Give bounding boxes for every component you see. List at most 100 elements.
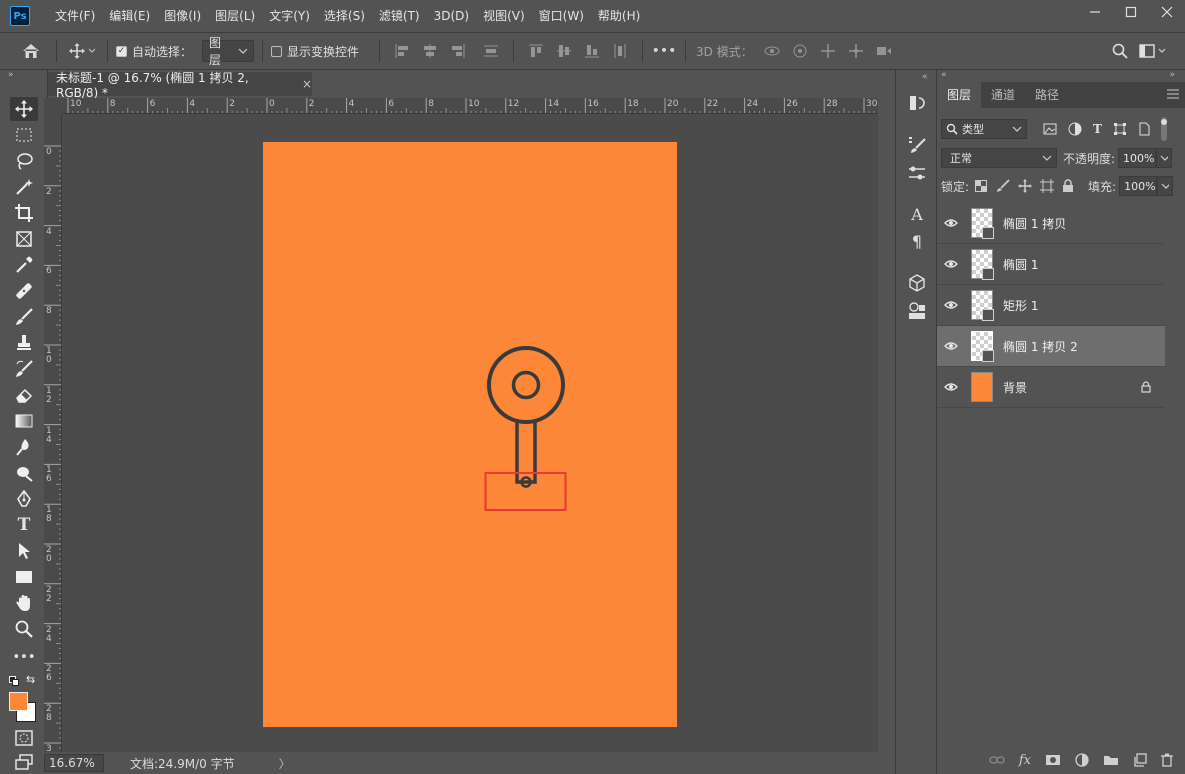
home-icon[interactable]: [14, 43, 48, 59]
lock-icon[interactable]: [1141, 381, 1151, 393]
edit-toolbar-icon[interactable]: •••: [10, 645, 38, 669]
history-brush-tool-icon[interactable]: [10, 357, 38, 381]
3d-pan-icon[interactable]: [819, 42, 837, 60]
new-layer-icon[interactable]: [1133, 753, 1147, 767]
3d-roll-icon[interactable]: [791, 42, 809, 60]
layer-name[interactable]: 椭圆 1 拷贝 2: [1003, 338, 1078, 355]
lock-position-icon[interactable]: [1018, 179, 1033, 193]
screen-mode-icon[interactable]: [10, 750, 38, 774]
distribute-icon[interactable]: [482, 42, 500, 60]
more-options-icon[interactable]: •••: [651, 43, 677, 59]
magic-wand-tool-icon[interactable]: [10, 175, 38, 199]
tab-channels[interactable]: 通道: [981, 82, 1025, 108]
adjustment-filter-icon[interactable]: [1068, 122, 1082, 136]
3d-rotate-icon[interactable]: [763, 42, 781, 60]
layer-row[interactable]: 椭圆 1: [937, 244, 1165, 285]
tab-layers[interactable]: 图层: [937, 82, 982, 108]
layer-row[interactable]: 椭圆 1 拷贝: [937, 203, 1165, 244]
align-right-icon[interactable]: [449, 42, 467, 60]
swap-colors-icon[interactable]: ⇆: [26, 673, 35, 686]
menu-layer[interactable]: 图层(L): [208, 0, 262, 32]
menu-type[interactable]: 文字(Y): [262, 0, 317, 32]
close-tab-icon[interactable]: ×: [302, 77, 312, 91]
blur-tool-icon[interactable]: [10, 435, 38, 459]
align-center-h-icon[interactable]: [421, 42, 439, 60]
tab-paths[interactable]: 路径: [1025, 82, 1069, 108]
layer-name[interactable]: 椭圆 1: [1003, 256, 1038, 273]
inner-circle-shape[interactable]: [511, 370, 541, 400]
collapse-icon[interactable]: «: [941, 70, 947, 80]
filter-toggle[interactable]: [1160, 117, 1168, 141]
eyedropper-tool-icon[interactable]: [10, 253, 38, 277]
align-middle-v-icon[interactable]: [555, 42, 573, 60]
3d-slide-icon[interactable]: [847, 42, 865, 60]
layer-row[interactable]: 背景: [937, 367, 1165, 408]
path-selection-tool-icon[interactable]: [10, 539, 38, 563]
collapse-icon[interactable]: «: [922, 72, 928, 82]
type-tool-icon[interactable]: T: [10, 513, 38, 537]
workspace-icon[interactable]: [1138, 44, 1168, 58]
opacity-input[interactable]: 100%: [1118, 148, 1157, 168]
shape-filter-icon[interactable]: [1113, 122, 1127, 136]
smart-object-filter-icon[interactable]: [1138, 122, 1150, 136]
adjustments-sliders-icon[interactable]: [906, 162, 928, 184]
eraser-tool-icon[interactable]: [10, 383, 38, 407]
menu-3d[interactable]: 3D(D): [427, 0, 476, 32]
distribute-v-icon[interactable]: [611, 42, 629, 60]
brush-settings-icon[interactable]: [906, 134, 928, 156]
pen-tool-icon[interactable]: [10, 487, 38, 511]
hand-tool-icon[interactable]: [10, 591, 38, 615]
layers-scrollbar[interactable]: [1167, 203, 1181, 774]
frame-tool-icon[interactable]: [10, 227, 38, 251]
filter-kind-dropdown[interactable]: 类型: [941, 119, 1027, 139]
auto-select-checkbox[interactable]: ✓: [116, 45, 127, 57]
visibility-eye-icon[interactable]: [937, 341, 965, 351]
3d-panel-icon[interactable]: [906, 272, 928, 294]
3d-scale-icon[interactable]: [875, 42, 893, 60]
delete-layer-icon[interactable]: [1161, 753, 1173, 767]
blend-mode-dropdown[interactable]: 正常: [941, 148, 1057, 168]
layer-name[interactable]: 背景: [1003, 379, 1027, 396]
lock-transparent-icon[interactable]: [975, 180, 988, 192]
add-mask-icon[interactable]: [1045, 754, 1061, 766]
lock-pixels-icon[interactable]: [996, 179, 1010, 193]
opacity-dropdown[interactable]: [1156, 148, 1173, 168]
menu-view[interactable]: 视图(V): [476, 0, 532, 32]
document-canvas[interactable]: [263, 142, 677, 727]
lasso-tool-icon[interactable]: [10, 149, 38, 173]
outer-circle-shape[interactable]: [487, 346, 565, 424]
panel-menu-icon[interactable]: [1167, 82, 1179, 108]
foreground-color-swatch[interactable]: [9, 692, 28, 711]
rectangle-tool-icon[interactable]: [10, 565, 38, 589]
paragraph-panel-icon[interactable]: ¶: [906, 230, 928, 252]
move-tool-preset-icon[interactable]: [65, 43, 99, 59]
align-top-icon[interactable]: [527, 42, 545, 60]
minimize-icon[interactable]: [1077, 0, 1113, 24]
menu-image[interactable]: 图像(I): [157, 0, 208, 32]
lock-all-icon[interactable]: [1062, 179, 1074, 193]
layer-row-selected[interactable]: 椭圆 1 拷贝 2: [937, 326, 1165, 367]
layer-style-fx-icon[interactable]: fx: [1019, 753, 1031, 768]
align-bottom-icon[interactable]: [583, 42, 601, 60]
marquee-tool-icon[interactable]: [10, 123, 38, 147]
libraries-panel-icon[interactable]: [906, 300, 928, 322]
zoom-level-field[interactable]: 16.67%: [44, 754, 104, 772]
search-icon[interactable]: [1110, 43, 1130, 59]
fill-input[interactable]: 100%: [1119, 176, 1158, 196]
quick-mask-icon[interactable]: [10, 726, 38, 750]
visibility-eye-icon[interactable]: [937, 259, 965, 269]
visibility-eye-icon[interactable]: [937, 382, 965, 392]
expand-icon[interactable]: »: [1169, 70, 1175, 80]
status-menu-arrow[interactable]: 〉: [279, 755, 291, 772]
dodge-tool-icon[interactable]: [10, 461, 38, 485]
menu-edit[interactable]: 编辑(E): [102, 0, 157, 32]
new-group-icon[interactable]: [1103, 754, 1119, 766]
gradient-tool-icon[interactable]: [10, 409, 38, 433]
layer-row[interactable]: 矩形 1: [937, 285, 1165, 326]
history-panel-icon[interactable]: [906, 92, 928, 114]
visibility-eye-icon[interactable]: [937, 300, 965, 310]
menu-help[interactable]: 帮助(H): [591, 0, 647, 32]
character-panel-icon[interactable]: A: [906, 203, 928, 225]
menu-file[interactable]: 文件(F): [48, 0, 102, 32]
visibility-eye-icon[interactable]: [937, 218, 965, 228]
